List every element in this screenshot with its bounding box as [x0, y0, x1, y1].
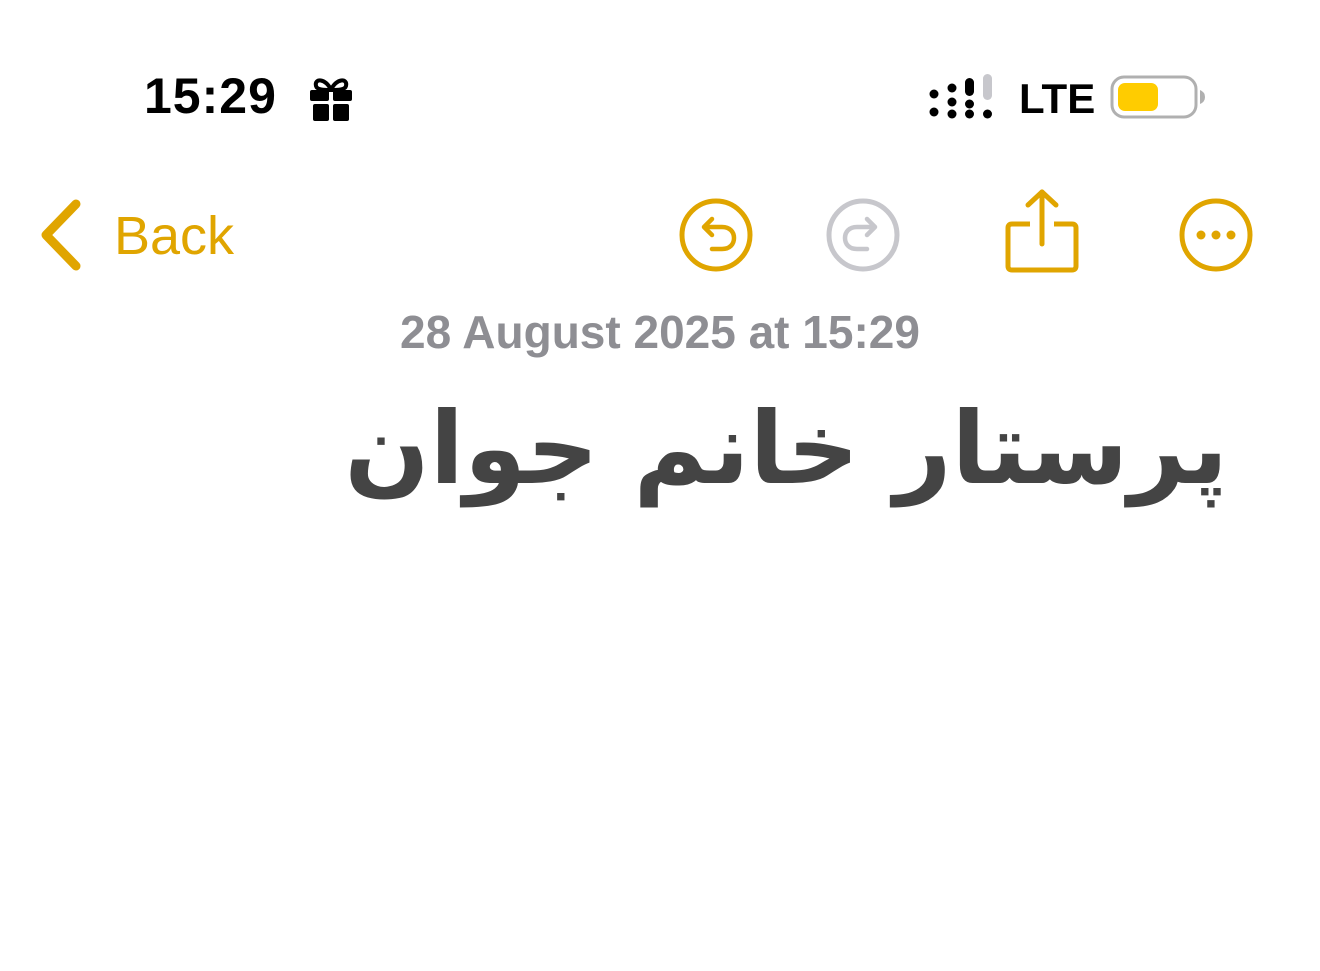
- nav-bar: Back: [0, 170, 1320, 300]
- more-icon[interactable]: [1178, 197, 1254, 273]
- undo-icon[interactable]: [678, 197, 754, 273]
- chevron-left-icon: [41, 199, 81, 271]
- back-label: Back: [114, 206, 235, 266]
- redo-icon[interactable]: [825, 197, 901, 273]
- network-label: LTE: [1019, 75, 1096, 122]
- signal-icon: [929, 74, 992, 119]
- gift-icon: [310, 78, 352, 121]
- share-icon[interactable]: [1004, 188, 1080, 274]
- battery-icon: [1110, 75, 1205, 119]
- note-title[interactable]: پرستار خانم جوان: [128, 384, 1228, 514]
- status-bar: 15:29 LTE: [0, 0, 1320, 150]
- note-date: 28 August 2025 at 15:29: [400, 306, 920, 358]
- back-button[interactable]: Back: [32, 190, 272, 280]
- status-time: 15:29: [144, 68, 277, 124]
